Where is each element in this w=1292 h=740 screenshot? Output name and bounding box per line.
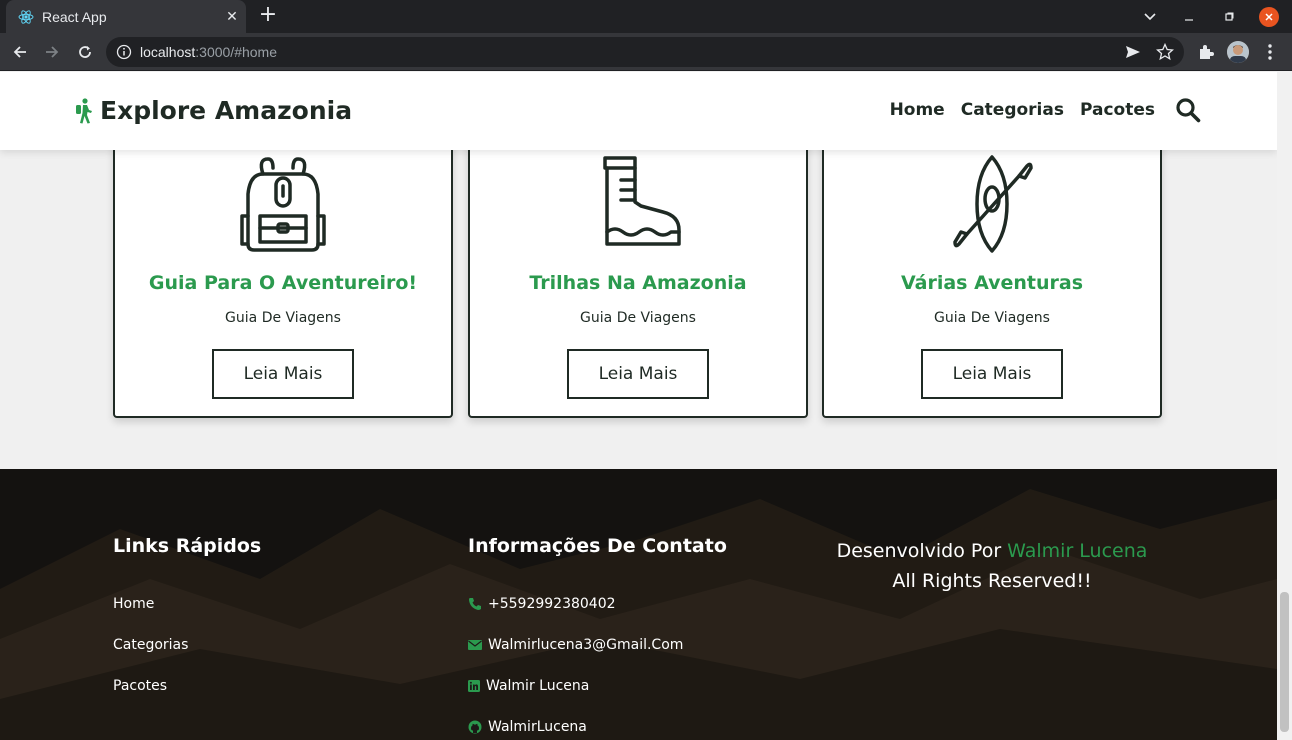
restore-icon <box>1225 12 1234 21</box>
credit-line-1: Desenvolvido Por Walmir Lucena <box>800 536 1184 566</box>
boot-icon <box>603 156 681 246</box>
guide-card: Guia Para O Aventureiro! Guia De Viagens… <box>113 122 453 418</box>
card-subtitle: Guia De Viagens <box>580 310 696 326</box>
nav-home[interactable]: Home <box>890 100 945 120</box>
reload-button[interactable] <box>73 40 97 64</box>
footer-link-categorias[interactable]: Categorias <box>113 624 261 665</box>
minimize-button[interactable] <box>1171 0 1207 33</box>
credit-author[interactable]: Walmir Lucena <box>1007 540 1147 562</box>
restore-button[interactable] <box>1211 0 1247 33</box>
credit-prefix: Desenvolvido Por <box>836 540 1008 562</box>
footer-credit: Desenvolvido Por Walmir Lucena All Right… <box>800 536 1184 596</box>
phone-icon <box>469 597 481 610</box>
guide-card: Trilhas Na Amazonia Guia De Viagens Leia… <box>468 122 808 418</box>
contact-github[interactable]: WalmirLucena <box>468 706 727 740</box>
contact-phone-text: +5592992380402 <box>488 595 616 612</box>
guides-section: Guia Para O Aventureiro! Guia De Viagens… <box>113 122 1162 418</box>
guide-card: Várias Aventuras Guia De Viagens Leia Ma… <box>822 122 1162 418</box>
card-title: Várias Aventuras <box>900 272 1084 294</box>
footer-link-home[interactable]: Home <box>113 583 261 624</box>
close-window-button[interactable] <box>1259 7 1279 27</box>
extensions-icon[interactable] <box>1196 42 1216 62</box>
star-icon[interactable] <box>1156 43 1174 61</box>
card-title: Trilhas Na Amazonia <box>529 272 747 294</box>
contact-linkedin[interactable]: Walmir Lucena <box>468 665 727 706</box>
site-logo[interactable]: Explore Amazonia <box>74 96 352 125</box>
url-text: localhost:3000/#home <box>140 44 277 60</box>
forward-button[interactable] <box>40 40 64 64</box>
contact-heading: Informações De Contato <box>468 535 727 557</box>
linkedin-icon <box>468 679 480 692</box>
backpack-icon <box>240 157 326 252</box>
react-logo-icon <box>18 9 34 24</box>
menu-dots-icon[interactable] <box>1260 42 1280 62</box>
contact-github-text: WalmirLucena <box>488 718 587 735</box>
reload-icon <box>79 46 91 58</box>
quick-links-column: Links Rápidos Home Categorias Pacotes <box>113 535 261 706</box>
credit-line-2: All Rights Reserved!! <box>892 570 1092 592</box>
tab-title: React App <box>42 8 107 25</box>
hiker-icon <box>76 97 92 123</box>
read-more-button[interactable]: Leia Mais <box>567 349 709 399</box>
send-icon[interactable] <box>1124 43 1142 61</box>
contact-column: Informações De Contato +5592992380402 Wa… <box>468 535 727 740</box>
envelope-icon <box>468 639 482 650</box>
card-title: Guia Para O Aventureiro! <box>148 272 418 294</box>
page-viewport: Explore Amazonia Home Categorias Pacotes <box>0 72 1277 740</box>
new-tab-button[interactable]: + <box>256 4 280 28</box>
logo-text: Explore Amazonia <box>100 96 353 125</box>
address-bar[interactable]: localhost:3000/#home <box>106 37 1184 67</box>
card-subtitle: Guia De Viagens <box>934 310 1050 326</box>
browser-tabbar: React App ✕ + <box>0 0 1292 33</box>
read-more-button[interactable]: Leia Mais <box>921 349 1063 399</box>
kayak-icon <box>953 155 1033 253</box>
footer-link-pacotes[interactable]: Pacotes <box>113 665 261 706</box>
contact-email-text: Walmirlucena3@Gmail.Com <box>488 636 684 653</box>
nav-pacotes[interactable]: Pacotes <box>1080 100 1155 120</box>
quick-links-heading: Links Rápidos <box>113 535 262 557</box>
contact-phone[interactable]: +5592992380402 <box>468 583 727 624</box>
close-icon <box>1265 13 1273 21</box>
chevron-down-icon <box>1144 12 1156 20</box>
site-header: Explore Amazonia Home Categorias Pacotes <box>0 72 1277 150</box>
github-icon <box>468 720 482 733</box>
site-footer: Links Rápidos Home Categorias Pacotes In… <box>0 469 1277 740</box>
nav-categorias[interactable]: Categorias <box>961 100 1064 120</box>
tab-close-button[interactable]: ✕ <box>218 9 246 25</box>
browser-toolbar: localhost:3000/#home <box>0 33 1292 71</box>
tab-search-button[interactable] <box>1132 0 1168 33</box>
url-path: :3000/#home <box>195 44 277 60</box>
read-more-button[interactable]: Leia Mais <box>212 349 354 399</box>
scrollbar-thumb[interactable] <box>1280 592 1289 732</box>
profile-avatar[interactable] <box>1227 41 1249 63</box>
contact-linkedin-text: Walmir Lucena <box>486 677 590 694</box>
contact-email[interactable]: Walmirlucena3@Gmail.Com <box>468 624 727 665</box>
page-scrollbar[interactable] <box>1277 72 1292 740</box>
minimize-icon <box>1185 18 1193 21</box>
card-subtitle: Guia De Viagens <box>225 310 341 326</box>
search-icon[interactable] <box>1175 97 1201 123</box>
arrow-left-icon <box>13 46 26 58</box>
main-nav: Home Categorias Pacotes <box>874 100 1155 120</box>
arrow-right-icon <box>46 46 59 58</box>
url-host: localhost <box>140 44 196 60</box>
back-button[interactable] <box>8 40 32 64</box>
browser-tab[interactable]: React App ✕ <box>6 0 246 33</box>
info-icon[interactable] <box>116 44 132 60</box>
avatar-icon <box>1227 41 1249 63</box>
